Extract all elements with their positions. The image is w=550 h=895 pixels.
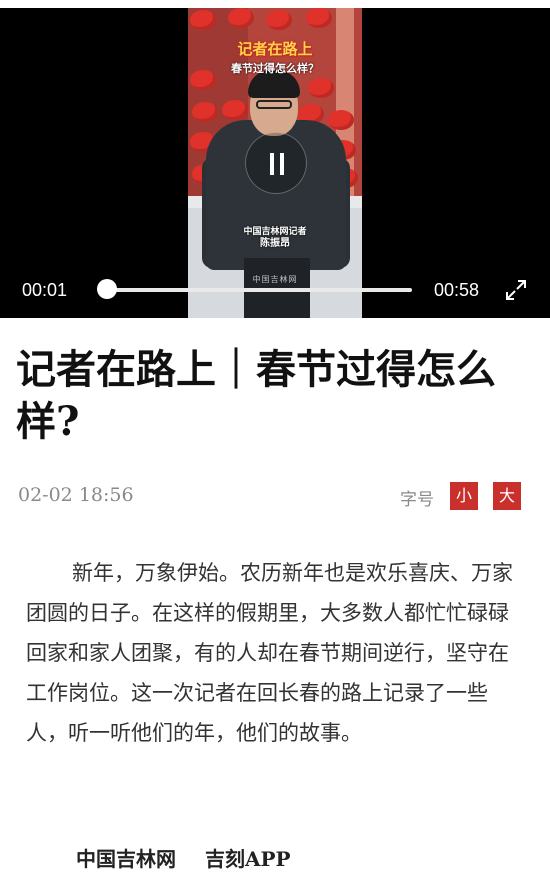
publish-date: 02-02 18:56 bbox=[18, 484, 134, 506]
progress-knob[interactable] bbox=[97, 279, 118, 299]
video-player[interactable]: 记者在路上 春节过得怎么样？ 中国吉林网记者 陈振昂 中国吉林网 00:01 0… bbox=[0, 8, 550, 318]
lantern bbox=[266, 10, 292, 30]
article-title: 记者在路上｜春节过得怎么样? bbox=[16, 346, 496, 445]
source-jike-app: 吉刻APP bbox=[204, 847, 291, 871]
font-small-button[interactable]: 小 bbox=[450, 482, 478, 510]
lantern bbox=[308, 78, 334, 98]
top-strip bbox=[0, 0, 550, 8]
video-caption-title: 记者在路上 bbox=[237, 40, 313, 58]
fullscreen-icon[interactable] bbox=[505, 279, 527, 301]
progress-bar[interactable] bbox=[100, 288, 412, 292]
current-time: 00:01 bbox=[22, 280, 68, 300]
article-source: 中国吉林网 吉刻APP bbox=[76, 843, 313, 872]
lantern bbox=[190, 10, 216, 30]
font-size-label: 字号 bbox=[400, 490, 434, 510]
font-large-button[interactable]: 大 bbox=[493, 482, 521, 510]
lantern bbox=[222, 100, 248, 120]
reporter-name: 陈振昂 bbox=[260, 238, 290, 249]
source-jilin-net: 中国吉林网 bbox=[76, 847, 176, 871]
lantern bbox=[306, 8, 332, 28]
lantern bbox=[328, 110, 354, 130]
video-watermark: 中国吉林网 bbox=[252, 275, 298, 284]
lantern bbox=[192, 102, 218, 122]
lantern bbox=[228, 8, 254, 28]
video-caption-subtitle: 春节过得怎么样？ bbox=[231, 62, 319, 75]
total-time: 00:58 bbox=[434, 280, 480, 300]
article-body: 新年，万象伊始。农历新年也是欢乐喜庆、万家团圆的日子。在这样的假期里，大多数人都… bbox=[26, 561, 513, 745]
reporter-caption: 中国吉林网记者 陈振昂 bbox=[188, 226, 362, 250]
pause-icon[interactable] bbox=[245, 132, 307, 194]
reporter-label: 中国吉林网记者 bbox=[243, 227, 307, 237]
